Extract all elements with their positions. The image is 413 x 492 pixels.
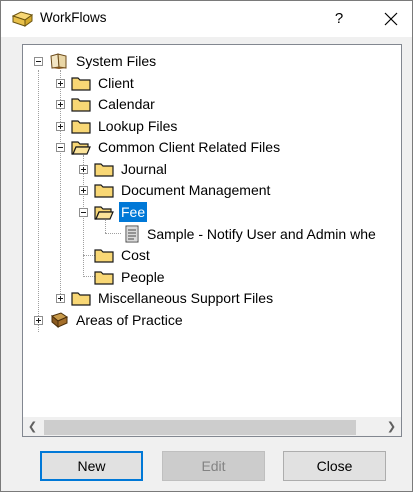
scroll-right-arrow-icon[interactable]: ❯ xyxy=(382,418,401,436)
folder-icon xyxy=(94,271,114,285)
expand-toggle-icon[interactable] xyxy=(56,294,65,303)
close-button[interactable]: Close xyxy=(283,451,386,481)
tree-item-label: Miscellaneous Support Files xyxy=(98,290,274,306)
expand-toggle-icon[interactable] xyxy=(56,122,65,131)
folder-icon xyxy=(71,98,91,112)
tree-item-client[interactable]: Client xyxy=(23,73,401,93)
collapse-toggle-icon[interactable] xyxy=(34,57,43,66)
title-bar[interactable]: WorkFlows ? xyxy=(1,1,412,37)
tree-item-label: Cost xyxy=(121,247,150,263)
tree-item-label: Client xyxy=(98,75,134,91)
tree-item-common-client-related-files[interactable]: Common Client Related Files xyxy=(23,137,401,157)
tree-item-journal[interactable]: Journal xyxy=(23,159,401,179)
folder-icon xyxy=(71,77,91,91)
new-button[interactable]: New xyxy=(40,451,143,481)
edit-button[interactable]: Edit xyxy=(162,451,265,481)
folder-icon xyxy=(94,249,114,263)
tree-item-cost[interactable]: Cost xyxy=(23,245,401,265)
tree-item-label: Journal xyxy=(121,161,167,177)
window-close-button[interactable] xyxy=(371,1,411,37)
folder-open-icon xyxy=(94,206,114,220)
tree-item-sample-workflow[interactable]: Sample - Notify User and Admin whe xyxy=(23,224,401,244)
tree-item-areas-of-practice[interactable]: Areas of Practice xyxy=(23,310,401,330)
tree-item-document-management[interactable]: Document Management xyxy=(23,180,401,200)
tree-item-label: Common Client Related Files xyxy=(98,139,281,155)
tree-item-label: Calendar xyxy=(98,96,155,112)
folder-icon xyxy=(71,120,91,134)
book-open-icon xyxy=(50,53,67,69)
tree-item-label: Lookup Files xyxy=(98,118,178,134)
expand-toggle-icon[interactable] xyxy=(34,316,43,325)
tree-item-label: Areas of Practice xyxy=(76,312,183,328)
tree-item-label: System Files xyxy=(76,53,157,69)
help-button[interactable]: ? xyxy=(321,1,357,37)
tree-item-label: People xyxy=(121,269,165,285)
tree-item-people[interactable]: People xyxy=(23,267,401,287)
collapse-toggle-icon[interactable] xyxy=(79,208,88,217)
document-icon xyxy=(125,225,139,243)
expand-toggle-icon[interactable] xyxy=(56,100,65,109)
tree-item-label: Fee xyxy=(119,202,148,222)
expand-toggle-icon[interactable] xyxy=(56,79,65,88)
tree-item-miscellaneous-support-files[interactable]: Miscellaneous Support Files xyxy=(23,288,401,308)
workflow-tree[interactable]: System Files Client Calendar Lookup File… xyxy=(23,45,401,417)
tree-item-fee[interactable]: Fee xyxy=(23,202,401,222)
workflow-tree-panel[interactable]: System Files Client Calendar Lookup File… xyxy=(22,44,402,437)
close-icon xyxy=(384,12,398,26)
tree-item-lookup-files[interactable]: Lookup Files xyxy=(23,116,401,136)
scroll-left-arrow-icon[interactable]: ❮ xyxy=(23,418,42,436)
horizontal-scrollbar[interactable]: ❮ ❯ xyxy=(23,417,401,436)
tree-item-label: Sample - Notify User and Admin whe xyxy=(147,226,376,242)
scrollbar-thumb[interactable] xyxy=(44,420,356,435)
window-title: WorkFlows xyxy=(40,10,107,25)
workflows-dialog: WorkFlows ? System Files Client Calendar… xyxy=(0,0,413,492)
book-closed-icon xyxy=(50,312,69,329)
folder-icon xyxy=(94,163,114,177)
tree-item-calendar[interactable]: Calendar xyxy=(23,94,401,114)
expand-toggle-icon[interactable] xyxy=(79,186,88,195)
expand-toggle-icon[interactable] xyxy=(79,165,88,174)
collapse-toggle-icon[interactable] xyxy=(56,143,65,152)
workflow-app-icon xyxy=(12,11,34,27)
tree-item-label: Document Management xyxy=(121,182,271,198)
folder-open-icon xyxy=(71,141,91,155)
tree-item-system-files[interactable]: System Files xyxy=(23,51,401,71)
help-label: ? xyxy=(334,10,344,27)
folder-icon xyxy=(94,184,114,198)
folder-icon xyxy=(71,292,91,306)
